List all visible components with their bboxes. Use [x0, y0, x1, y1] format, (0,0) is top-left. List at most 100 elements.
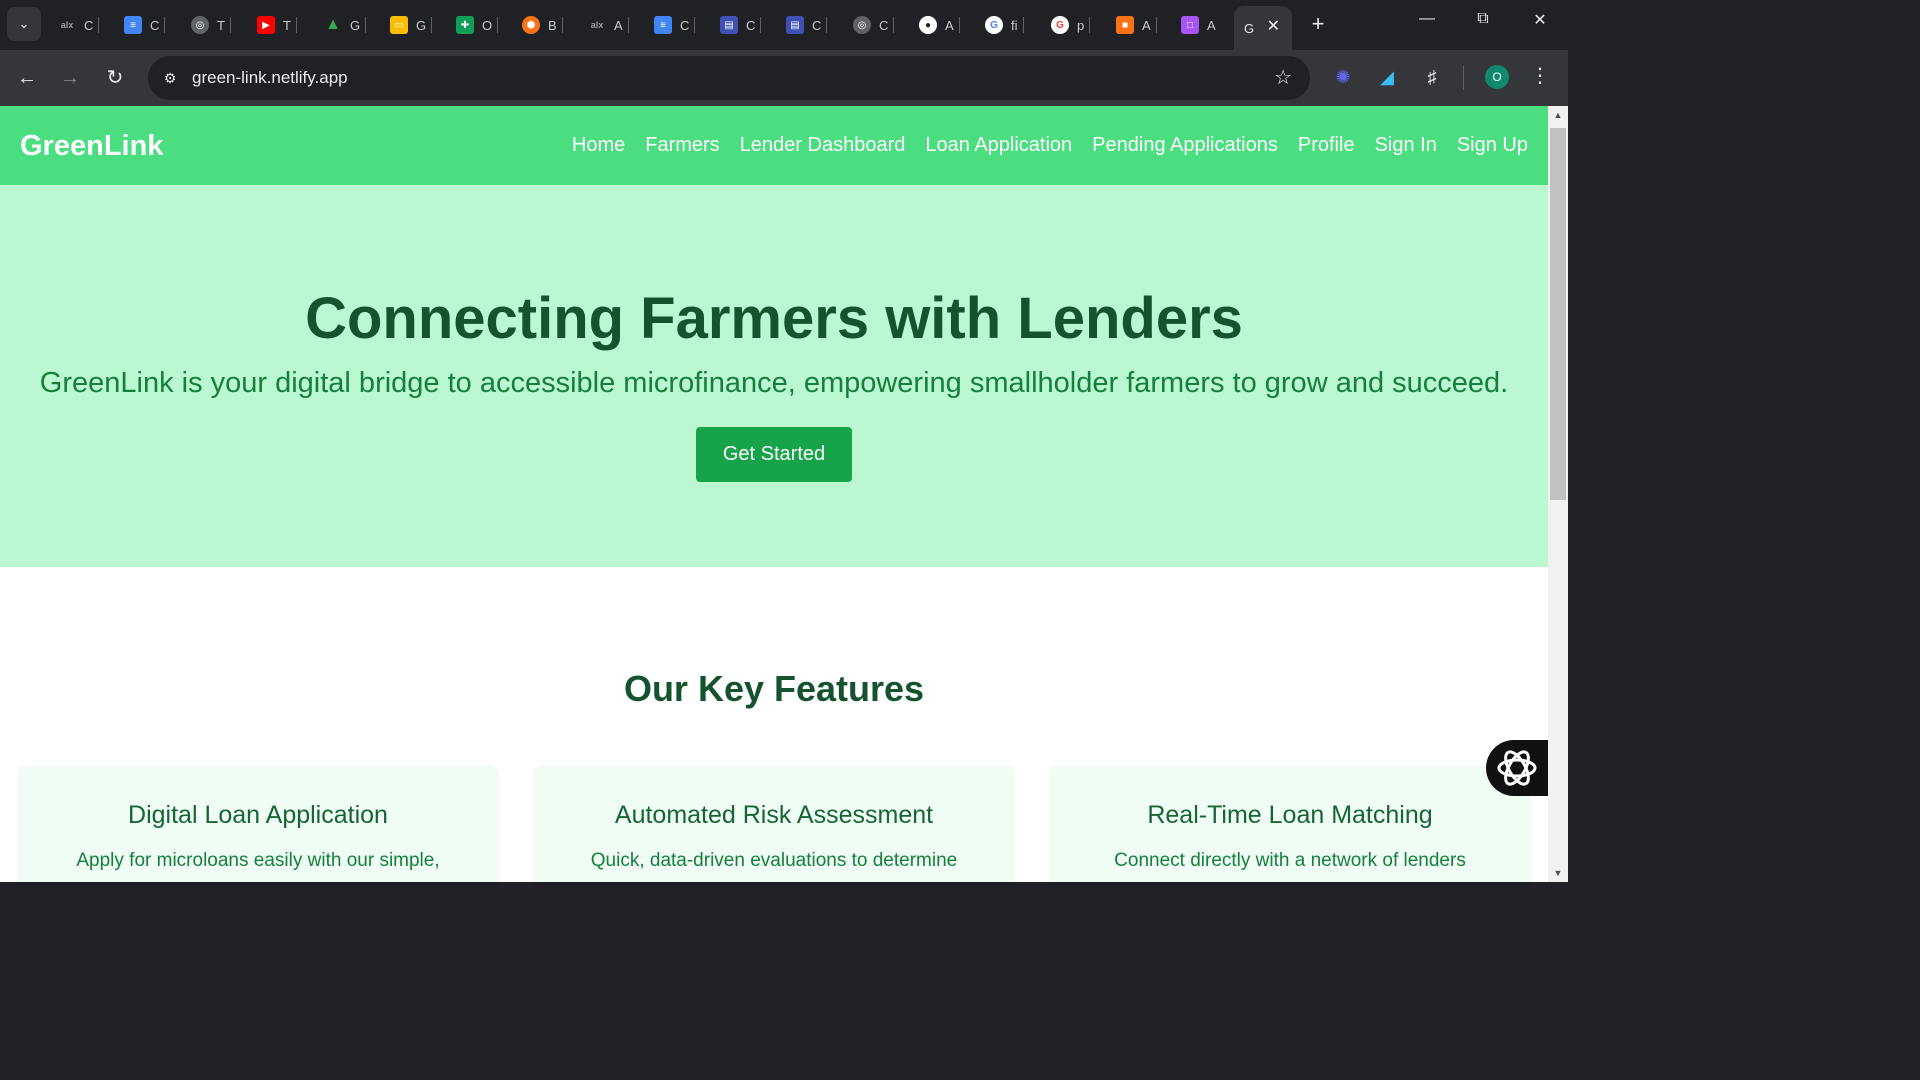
puzzle-icon[interactable]: ♯: [1419, 64, 1445, 90]
reload-icon[interactable]: ↻: [101, 64, 129, 92]
orange-cube-icon: ■: [1116, 16, 1134, 34]
feature-card-title: Real-Time Loan Matching: [1147, 801, 1433, 829]
close-tab-icon[interactable]: ✕: [1267, 16, 1280, 36]
google-lens-icon: G: [1051, 16, 1069, 34]
browser-tab[interactable]: ■ A: [1116, 9, 1157, 41]
globe-icon: ◎: [191, 16, 209, 34]
minimize-icon[interactable]: —: [1412, 10, 1442, 28]
tab-title: T: [283, 17, 291, 33]
purple-cube-icon: □: [1181, 16, 1199, 34]
tab-title: C: [746, 17, 756, 33]
hero-section: Connecting Farmers with Lenders GreenLin…: [0, 185, 1548, 567]
tab-title: G: [1244, 20, 1255, 36]
scroll-thumb[interactable]: [1550, 128, 1566, 500]
feature-card-title: Digital Loan Application: [128, 801, 388, 829]
nav-link-loan-application[interactable]: Loan Application: [925, 134, 1072, 157]
site-logo[interactable]: GreenLink: [20, 130, 163, 163]
hero-title: Connecting Farmers with Lenders: [305, 286, 1243, 351]
nav-link-lender-dashboard[interactable]: Lender Dashboard: [740, 134, 906, 157]
feature-card: Real-Time Loan Matching Connect directly…: [1051, 767, 1529, 882]
feature-card-text: Quick, data-driven evaluations to determ…: [590, 850, 958, 871]
tab-title: G: [416, 17, 427, 33]
get-started-button[interactable]: Get Started: [696, 427, 852, 482]
google-slides-icon: ▭: [390, 16, 408, 34]
nav-link-farmers[interactable]: Farmers: [645, 134, 719, 157]
chevron-down-icon: ⌄: [18, 16, 30, 31]
browser-tab[interactable]: alx A: [588, 9, 629, 41]
tab-title: A: [1207, 17, 1216, 33]
browser-tab[interactable]: ◎ T: [191, 9, 231, 41]
browser-tab[interactable]: ● A: [919, 9, 960, 41]
restore-icon[interactable]: ⧉: [1468, 10, 1498, 28]
back-arrow-icon[interactable]: ←: [13, 64, 41, 92]
google-drive-icon: ▲: [324, 16, 342, 34]
browser-toolbar: ← → ↻ ⚙ green-link.netlify.app ☆ ✺ ◢ ♯ O…: [0, 50, 1568, 106]
tab-title: fi: [1011, 17, 1018, 33]
page-viewport: GreenLink Home Farmers Lender Dashboard …: [0, 106, 1548, 882]
browser-tab[interactable]: ≡ C: [654, 9, 696, 41]
browser-tab[interactable]: ◎ C: [853, 9, 895, 41]
browser-tab[interactable]: □ A: [1181, 9, 1216, 41]
google-docs-icon: ≡: [654, 16, 672, 34]
nav-link-profile[interactable]: Profile: [1298, 134, 1355, 157]
feature-card-text: Apply for microloans easily with our sim…: [76, 850, 440, 871]
address-bar[interactable]: ⚙ green-link.netlify.app ☆: [148, 56, 1310, 100]
feature-card: Automated Risk Assessment Quick, data-dr…: [535, 767, 1013, 882]
browser-tab[interactable]: ▤ C: [720, 9, 762, 41]
url-text[interactable]: green-link.netlify.app: [192, 68, 348, 88]
tab-title: C: [150, 17, 160, 33]
browser-tab[interactable]: ▶ T: [257, 9, 297, 41]
browser-tab[interactable]: ≡ C: [124, 9, 166, 41]
globe-icon: ◎: [853, 16, 871, 34]
forms-icon: ▤: [720, 16, 738, 34]
tab-title: p: [1077, 17, 1085, 33]
forward-arrow-icon[interactable]: →: [56, 64, 84, 92]
extension-blue-icon[interactable]: ◢: [1374, 64, 1400, 90]
browser-tab[interactable]: ⬢ B: [522, 9, 563, 41]
tab-title: A: [614, 17, 623, 33]
feature-card-title: Automated Risk Assessment: [614, 801, 934, 829]
forms-icon: ▤: [786, 16, 804, 34]
google-icon: G: [985, 16, 1003, 34]
nav-link-sign-in[interactable]: Sign In: [1375, 134, 1437, 157]
tab-title: C: [680, 17, 690, 33]
tab-title: C: [812, 17, 822, 33]
browser-tab[interactable]: Gfi: [985, 9, 1024, 41]
active-tab[interactable]: G ✕: [1234, 6, 1292, 50]
orange-hexagon-icon: ⬢: [522, 16, 540, 34]
feature-card-text: Connect directly with a network of lende…: [1114, 850, 1466, 871]
scroll-up-arrow-icon[interactable]: ▲: [1548, 110, 1568, 120]
browser-tab[interactable]: Gp: [1051, 9, 1091, 41]
new-tab-button[interactable]: +: [1306, 12, 1330, 36]
tab-title: C: [879, 17, 889, 33]
nav-link-pending-applications[interactable]: Pending Applications: [1092, 134, 1278, 157]
page-scrollbar[interactable]: ▲ ▼: [1548, 106, 1568, 882]
chat-assistant-button[interactable]: [1486, 740, 1548, 796]
more-menu-icon[interactable]: ⋮: [1530, 63, 1550, 88]
tab-title: T: [217, 17, 225, 33]
bookmark-star-icon[interactable]: ☆: [1274, 65, 1292, 90]
tab-title: B: [548, 17, 557, 33]
tab-title: C: [84, 17, 94, 33]
features-title: Our Key Features: [623, 668, 925, 709]
profile-avatar[interactable]: O: [1485, 65, 1509, 89]
tab-strip: ⌄ alx C ≡ C ◎ T ▶ T ▲ G ▭ G ✚ O ⬢ B alx A ≡ C ▤ C ▤…: [0, 0, 1568, 50]
google-docs-icon: ≡: [124, 16, 142, 34]
browser-tab[interactable]: ▤ C: [786, 9, 828, 41]
browser-tab[interactable]: ▲ G: [324, 9, 367, 41]
browser-tab[interactable]: ▭ G: [390, 9, 433, 41]
tab-title: A: [1142, 17, 1151, 33]
site-info-icon[interactable]: ⚙: [158, 66, 182, 90]
alx-icon: alx: [58, 16, 76, 34]
google-sheets-icon: ✚: [456, 16, 474, 34]
browser-tab[interactable]: ✚ O: [456, 9, 499, 41]
extension-sparkle-icon[interactable]: ✺: [1330, 64, 1356, 90]
tab-search-button[interactable]: ⌄: [7, 7, 41, 41]
close-window-icon[interactable]: ✕: [1525, 10, 1555, 30]
nav-link-sign-up[interactable]: Sign Up: [1457, 134, 1528, 157]
nav-link-home[interactable]: Home: [572, 134, 625, 157]
browser-tab[interactable]: alx C: [58, 9, 100, 41]
scroll-down-arrow-icon[interactable]: ▼: [1548, 868, 1568, 878]
youtube-icon: ▶: [257, 16, 275, 34]
tab-title: G: [350, 17, 361, 33]
